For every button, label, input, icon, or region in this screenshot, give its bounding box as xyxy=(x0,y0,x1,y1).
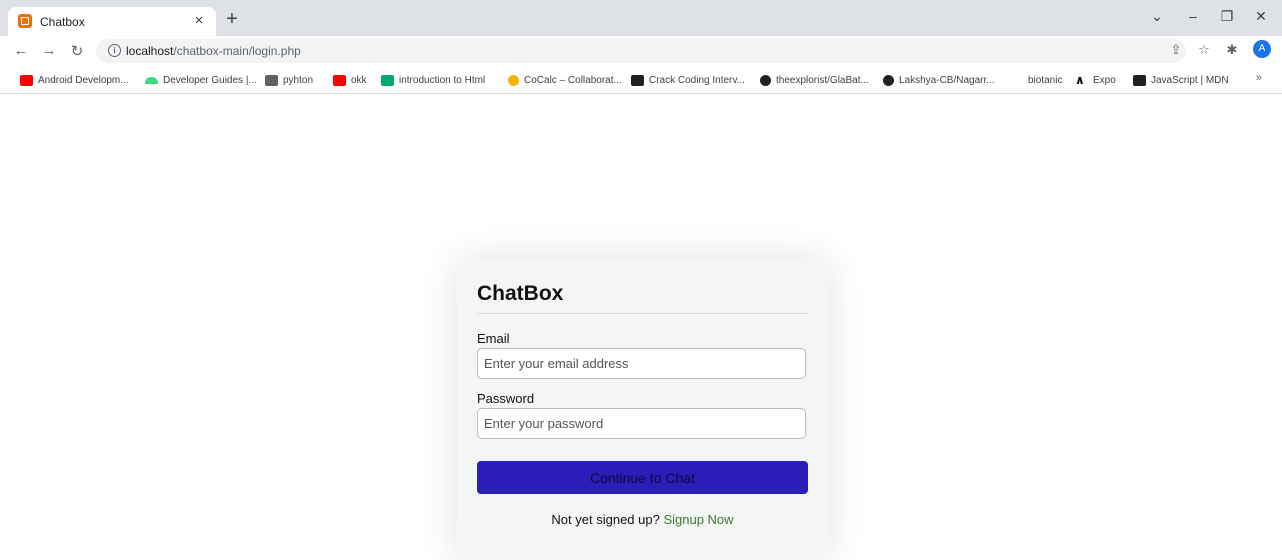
email-field[interactable] xyxy=(477,348,806,379)
close-window-button[interactable]: ✕ xyxy=(1250,8,1272,25)
title-divider xyxy=(477,313,808,314)
signup-row: Not yet signed up? Signup Now xyxy=(457,512,828,527)
page-title: ChatBox xyxy=(477,282,564,305)
bookmark-item[interactable]: introduction to Html xyxy=(381,72,485,88)
tab-strip: Chatbox × + ⌄ – ❐ ✕ xyxy=(0,0,1282,36)
android-icon xyxy=(145,76,158,84)
bookmark-item[interactable]: JavaScript | MDN xyxy=(1133,72,1229,88)
address-bar[interactable]: i localhost/chatbox-main/login.php xyxy=(96,39,1186,63)
github-icon xyxy=(760,74,771,86)
login-card: ChatBox Email Password Continue to Chat … xyxy=(457,260,828,560)
site-info-icon[interactable]: i xyxy=(108,44,121,57)
bookmark-item[interactable]: biotanic xyxy=(1028,72,1062,88)
expo-icon: ∧ xyxy=(1075,72,1085,87)
tab-close-icon[interactable]: × xyxy=(190,12,208,30)
reload-icon[interactable]: ↻ xyxy=(68,42,86,60)
grid-icon xyxy=(265,74,278,86)
youtube-icon xyxy=(20,74,33,86)
more-bookmarks-icon[interactable]: » xyxy=(1256,72,1262,84)
bookmark-star-icon[interactable]: ☆ xyxy=(1196,42,1212,58)
bookmark-item[interactable]: okk xyxy=(333,72,367,88)
mdn-icon xyxy=(1133,74,1146,86)
browser-toolbar: ← → ↻ i localhost/chatbox-main/login.php… xyxy=(0,36,1282,66)
new-tab-button[interactable]: + xyxy=(222,9,242,29)
bookmark-item[interactable]: Developer Guides |... xyxy=(145,72,257,88)
tab-search-icon[interactable]: ⌄ xyxy=(1146,8,1168,25)
chatbox-favicon-icon xyxy=(18,14,32,28)
email-label: Email xyxy=(477,331,510,346)
w3-icon xyxy=(381,74,394,86)
url-text[interactable]: localhost/chatbox-main/login.php xyxy=(126,44,301,58)
video-icon xyxy=(631,74,644,86)
bookmarks-bar: Android Developm... Developer Guides |..… xyxy=(0,66,1282,94)
bookmark-item[interactable]: Crack Coding Interv... xyxy=(631,72,745,88)
minimize-button[interactable]: – xyxy=(1182,8,1204,24)
tab-title: Chatbox xyxy=(40,15,85,29)
continue-to-chat-button[interactable]: Continue to Chat xyxy=(477,461,808,494)
bookmark-item[interactable]: theexplorist/GlaBat... xyxy=(760,72,869,88)
bookmark-item[interactable]: pyhton xyxy=(265,72,313,88)
bookmark-item[interactable]: ∧ Expo xyxy=(1075,72,1116,88)
github-icon xyxy=(883,74,894,86)
signup-prompt: Not yet signed up? xyxy=(551,512,660,527)
share-icon[interactable]: ⇪ xyxy=(1168,42,1184,58)
signup-link[interactable]: Signup Now xyxy=(663,512,733,527)
extensions-icon[interactable]: ✱ xyxy=(1224,42,1240,58)
back-icon[interactable]: ← xyxy=(12,42,30,59)
password-field[interactable] xyxy=(477,408,806,439)
tab-chatbox[interactable]: Chatbox × xyxy=(8,7,216,36)
youtube-icon xyxy=(333,74,346,86)
password-label: Password xyxy=(477,391,535,406)
bookmark-item[interactable]: CoCalc – Collaborat... xyxy=(508,72,622,88)
restore-button[interactable]: ❐ xyxy=(1216,8,1238,25)
bookmark-item[interactable]: Android Developm... xyxy=(20,72,129,88)
bookmark-item[interactable]: Lakshya-CB/Nagarr... xyxy=(883,72,995,88)
cocalc-icon xyxy=(508,74,519,86)
forward-icon[interactable]: → xyxy=(40,42,58,59)
profile-avatar[interactable]: A xyxy=(1253,40,1271,58)
